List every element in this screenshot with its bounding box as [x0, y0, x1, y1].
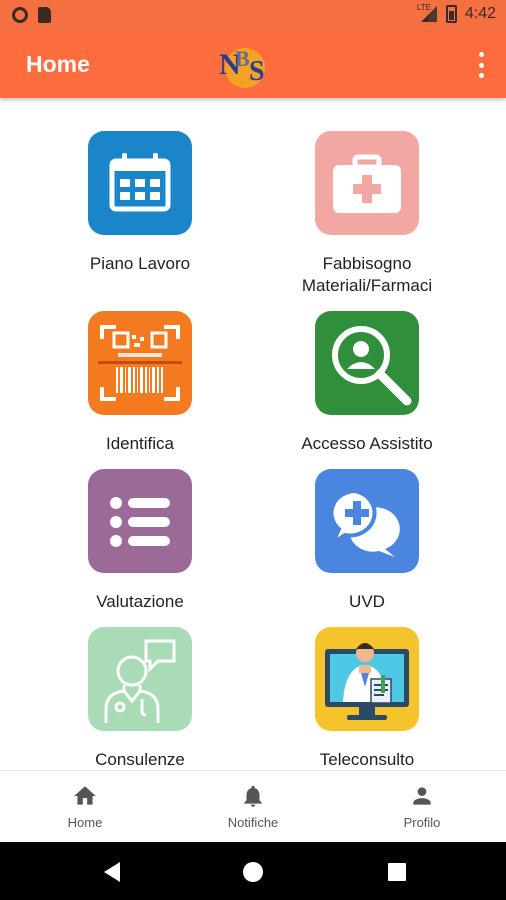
- status-bar: LTE 4:42: [0, 0, 506, 32]
- doctor-consult-icon: [88, 627, 192, 731]
- calendar-icon: [88, 131, 192, 235]
- grid-item-uvd[interactable]: UVD: [257, 469, 477, 613]
- network-type-label: LTE: [416, 3, 431, 12]
- circle-notification-icon: [12, 7, 28, 23]
- grid-item-label: Teleconsulto: [319, 750, 415, 769]
- grid-item-accesso-assistito[interactable]: Accesso Assistito: [257, 311, 477, 455]
- home-icon: [72, 783, 98, 809]
- grid-item-label: Piano Lavoro: [89, 254, 191, 273]
- system-navigation-bar: [0, 842, 506, 900]
- person-icon: [409, 783, 435, 809]
- grid-item-label: UVD: [349, 592, 385, 611]
- signal-icon: LTE: [416, 3, 438, 23]
- recents-icon[interactable]: [385, 860, 409, 884]
- nav-label: Profilo: [403, 815, 441, 830]
- back-icon[interactable]: [100, 860, 124, 884]
- grid-item-teleconsulto[interactable]: Teleconsulto: [257, 627, 477, 771]
- bell-icon: [240, 783, 266, 809]
- battery-icon: [445, 5, 457, 23]
- status-indicators: LTE 4:42: [416, 3, 496, 23]
- grid-item-consulenze[interactable]: Consulenze: [30, 627, 250, 771]
- more-vert-icon[interactable]: [476, 52, 486, 78]
- svg-text:S: S: [249, 56, 265, 87]
- grid-item-identifica[interactable]: Identifica: [30, 311, 250, 455]
- medical-kit-icon: [315, 131, 419, 235]
- page-title: Home: [26, 51, 90, 77]
- app-bar: Home N B S: [0, 32, 506, 98]
- medical-chat-icon: [315, 469, 419, 573]
- svg-text:B: B: [235, 46, 250, 71]
- nav-item-home[interactable]: Home: [25, 783, 145, 830]
- list-icon: [88, 469, 192, 573]
- nbs-logo: N B S: [215, 36, 273, 92]
- nav-item-notifiche[interactable]: Notifiche: [193, 783, 313, 830]
- bottom-navigation: Home Notifiche Profilo: [0, 770, 506, 842]
- nav-item-profilo[interactable]: Profilo: [362, 783, 482, 830]
- nav-label: Home: [67, 815, 103, 830]
- home-circle-icon[interactable]: [241, 860, 265, 884]
- grid-item-label: Identifica: [105, 434, 175, 453]
- grid-item-label: Consulenze: [95, 750, 185, 769]
- sd-card-icon: [38, 7, 51, 23]
- grid-item-label: Valutazione: [96, 592, 184, 611]
- grid-item-fabbisogno[interactable]: Fabbisogno Materiali/Farmaci: [257, 131, 477, 297]
- doctor-monitor-icon: [315, 627, 419, 731]
- grid-item-valutazione[interactable]: Valutazione: [30, 469, 250, 613]
- grid-item-piano-lavoro[interactable]: Piano Lavoro: [30, 131, 250, 275]
- status-notifications: [12, 7, 51, 23]
- user-search-icon: [315, 311, 419, 415]
- barcode-scan-icon: [88, 311, 192, 415]
- grid-item-label: Accesso Assistito: [301, 434, 433, 453]
- grid-item-label: Fabbisogno Materiali/Farmaci: [301, 254, 433, 295]
- clock: 4:42: [464, 5, 496, 22]
- nav-label: Notifiche: [227, 815, 279, 830]
